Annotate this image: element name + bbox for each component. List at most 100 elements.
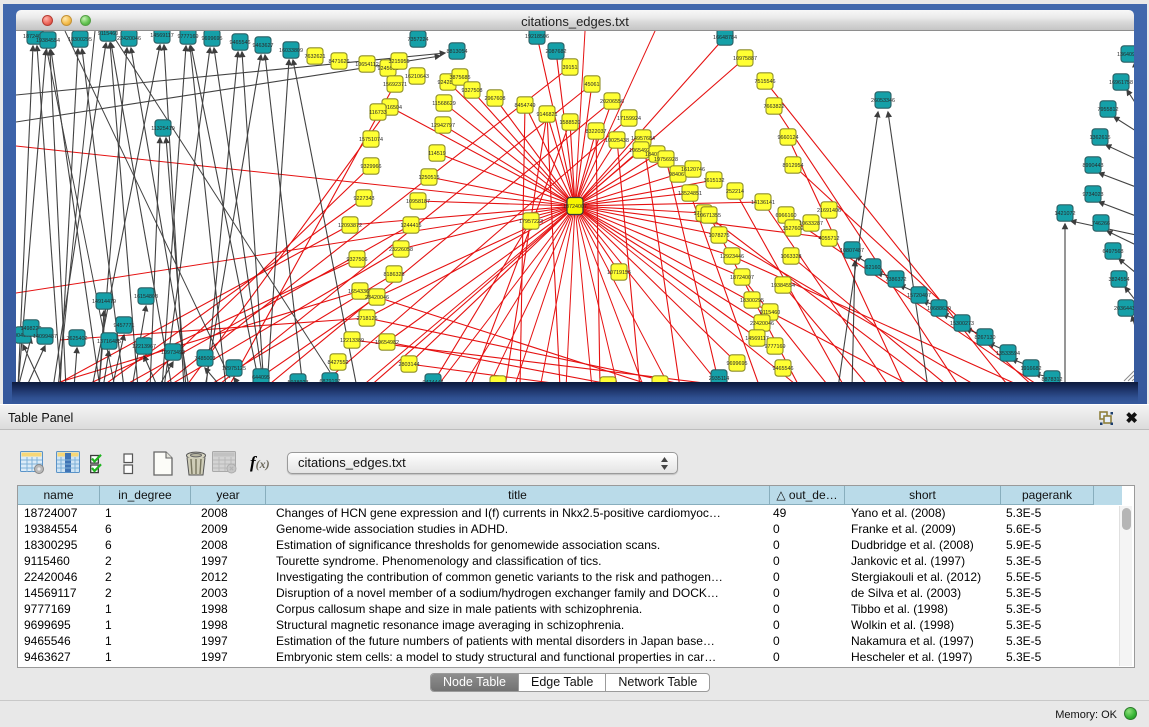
svg-text:7663822: 7663822 [764,104,785,110]
svg-text:21691406: 21691406 [817,208,841,214]
svg-text:8878312: 8878312 [1042,377,1063,382]
svg-text:62160: 62160 [866,265,881,271]
svg-text:16033809: 16033809 [279,48,303,54]
svg-text:11325419: 11325419 [151,126,175,132]
svg-text:18300295: 18300295 [740,298,764,304]
svg-text:10654112: 10654112 [355,62,379,68]
svg-text:8912954: 8912954 [783,163,804,169]
svg-text:6497568: 6497568 [1103,249,1124,255]
svg-text:14569117: 14569117 [150,33,174,39]
svg-text:1244415: 1244415 [401,223,422,229]
svg-text:7632621: 7632621 [305,54,326,60]
svg-text:8990443: 8990443 [1083,163,1104,169]
svg-text:2967608: 2967608 [485,96,506,102]
svg-text:9115460: 9115460 [98,31,119,37]
svg-text:8454749: 8454749 [515,103,536,109]
svg-text:22420046: 22420046 [750,321,774,327]
svg-text:11568629: 11568629 [432,101,456,107]
svg-text:16154808: 16154808 [134,294,158,300]
svg-text:23226058: 23226058 [389,247,413,253]
svg-text:19218506: 19218506 [525,34,549,40]
svg-text:19384554: 19384554 [771,283,795,289]
svg-text:3215955: 3215955 [389,59,410,65]
svg-text:12942797: 12942797 [431,123,455,129]
svg-text:13524851: 13524851 [678,191,702,197]
svg-text:10973493: 10973493 [161,350,185,356]
svg-text:116733: 116733 [369,110,387,116]
svg-text:13640910: 13640910 [1117,52,1134,58]
svg-text:9699695: 9699695 [202,36,223,42]
svg-text:8471626: 8471626 [329,59,350,65]
svg-text:20364436: 20364436 [1114,306,1134,312]
svg-text:15751074: 15751074 [359,137,383,143]
svg-text:10958187: 10958187 [406,199,430,205]
svg-text:1588520: 1588520 [560,120,581,126]
svg-text:19756928: 19756928 [654,157,678,163]
svg-text:23420046: 23420046 [365,295,389,301]
svg-text:1063328: 1063328 [781,254,802,260]
svg-text:9777169: 9777169 [178,34,199,40]
svg-text:16648784: 16648784 [713,35,737,41]
svg-text:9327508: 9327508 [462,88,483,94]
svg-text:14099487: 14099487 [33,334,57,340]
svg-text:2718126: 2718126 [357,316,378,322]
svg-text:8267130: 8267130 [975,335,996,341]
svg-text:8322037: 8322037 [586,129,607,135]
svg-text:8813054: 8813054 [447,49,468,55]
svg-text:9660124: 9660124 [778,135,799,141]
svg-text:17159924: 17159924 [617,116,641,122]
svg-text:6966160: 6966160 [776,213,797,219]
svg-text:10807487: 10807487 [840,248,864,254]
svg-text:16961758: 16961758 [1109,80,1133,86]
svg-text:9463627: 9463627 [253,43,274,49]
svg-text:6879197: 6879197 [320,379,341,382]
svg-text:1362615: 1362615 [1090,135,1111,141]
svg-text:9457771: 9457771 [114,323,135,329]
svg-text:26053346: 26053346 [871,98,895,104]
svg-text:9699695: 9699695 [727,361,748,367]
svg-text:114519: 114519 [428,151,446,157]
svg-text:18300295: 18300295 [68,37,92,43]
svg-text:9777169: 9777169 [765,344,786,350]
svg-text:13533594: 13533594 [996,351,1020,357]
svg-text:7357224: 7357224 [408,37,429,43]
svg-text:9474444: 9474444 [423,380,444,382]
svg-text:18724007: 18724007 [730,275,754,281]
svg-text:12213389: 12213389 [340,338,364,344]
svg-text:10671355: 10671355 [697,213,721,219]
svg-text:8186328: 8186328 [384,272,405,278]
svg-text:9734023: 9734023 [1083,192,1104,198]
svg-text:9227343: 9227343 [354,196,375,202]
svg-text:17957223: 17957223 [519,219,543,225]
svg-text:7485003: 7485003 [195,356,216,362]
svg-text:12923446: 12923446 [720,254,744,260]
svg-text:1916682: 1916682 [1021,366,1042,372]
svg-text:10025438: 10025438 [605,138,629,144]
svg-text:15300273: 15300273 [950,321,974,327]
svg-text:3824554: 3824554 [1109,277,1130,283]
svg-text:15720407: 15720407 [907,293,931,299]
svg-text:9465546: 9465546 [230,40,251,46]
svg-text:2935114: 2935114 [709,376,730,382]
svg-text:14914479: 14914479 [92,299,116,305]
svg-text:10975887: 10975887 [733,56,757,62]
svg-text:9146821: 9146821 [537,112,558,118]
svg-text:10719155: 10719155 [607,270,631,276]
svg-text:1078275: 1078275 [709,233,730,239]
svg-text:20206556: 20206556 [600,99,624,105]
svg-text:644095: 644095 [252,375,270,381]
svg-text:9327506: 9327506 [347,257,368,263]
svg-text:2803144: 2803144 [399,362,420,368]
svg-text:45061: 45061 [585,82,600,88]
svg-text:10633287: 10633287 [799,221,823,227]
svg-text:3875685: 3875685 [450,75,471,81]
svg-text:12093872: 12093872 [338,223,362,229]
svg-text:18724007: 18724007 [563,204,587,210]
svg-text:1615132: 1615132 [704,178,725,184]
svg-text:15692371: 15692371 [383,82,407,88]
svg-text:19384554: 19384554 [36,38,60,44]
svg-text:39151: 39151 [563,65,578,71]
svg-text:746266: 746266 [1092,221,1110,227]
svg-text:12213967: 12213967 [132,344,156,350]
svg-text:7625402: 7625402 [67,336,88,342]
